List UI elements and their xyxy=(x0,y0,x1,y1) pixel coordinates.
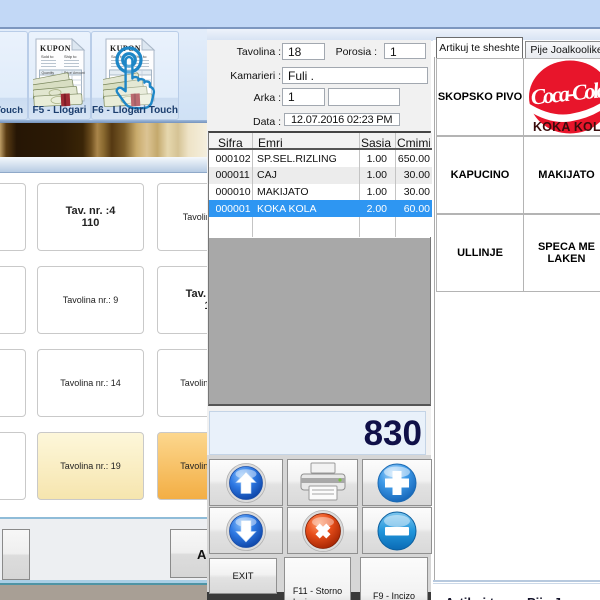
svg-text:Quantity: Quantity xyxy=(42,71,55,75)
svg-text:KOKA KOLA: KOKA KOLA xyxy=(533,120,600,134)
svg-text:Sold to: Sold to xyxy=(41,54,54,59)
svg-text:Ship to: Ship to xyxy=(64,54,77,59)
svg-text:Amount: Amount xyxy=(73,71,85,75)
svg-text:KUPON: KUPON xyxy=(40,44,71,53)
